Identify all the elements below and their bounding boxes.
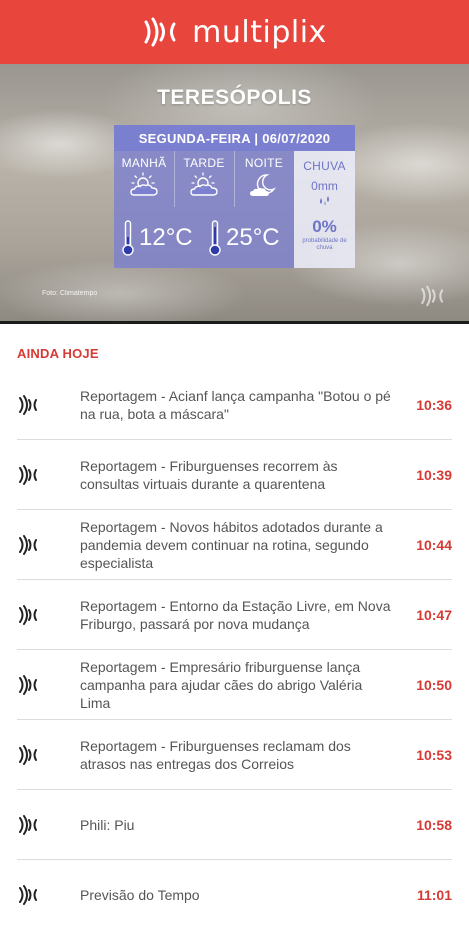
raindrops-icon [319, 196, 329, 206]
rain-label: CHUVA [303, 159, 346, 173]
item-time: 10:36 [416, 397, 452, 413]
item-title: Reportagem - Empresário friburguense lan… [80, 659, 363, 711]
logo-text: multiplix [192, 14, 327, 50]
list-item[interactable]: Reportagem - Friburguenses reclamam dos … [0, 720, 469, 790]
sound-waves-icon [421, 285, 444, 307]
rain-probability: 0% [312, 217, 337, 236]
city-name: TERESÓPOLIS [157, 86, 312, 109]
item-time: 10:39 [416, 467, 452, 483]
max-temp-value: 25°C [226, 224, 280, 251]
item-title: Reportagem - Friburguenses recorrem às c… [80, 458, 338, 492]
weather-card: SEGUNDA-FEIRA | 06/07/2020 MANHÃ TARDE N… [114, 125, 355, 268]
section-title: AINDA HOJE [17, 346, 99, 361]
sound-waves-icon [19, 675, 37, 695]
list-item[interactable]: Reportagem - Entorno da Estação Livre, e… [0, 580, 469, 650]
item-title: Reportagem - Novos hábitos adotados dura… [80, 519, 383, 571]
moon-cloud-icon [250, 174, 277, 196]
item-title: Phili: Piu [80, 817, 135, 833]
list-item[interactable]: Reportagem - Friburguenses recorrem às c… [0, 440, 469, 510]
rain-probability-caption: probabilidade de chuva [302, 238, 347, 251]
item-title: Previsão do Tempo [80, 887, 200, 903]
item-time: 10:47 [416, 607, 452, 623]
list-item[interactable]: Reportagem - Empresário friburguense lan… [0, 650, 469, 720]
schedule-list: Reportagem - Acianf lança campanha "Boto… [0, 370, 469, 930]
list-item[interactable]: Previsão do Tempo 11:01 [0, 860, 469, 930]
item-title: Reportagem - Acianf lança campanha "Boto… [80, 388, 391, 422]
list-item[interactable]: Reportagem - Acianf lança campanha "Boto… [0, 370, 469, 440]
item-title: Reportagem - Friburguenses reclamam dos … [80, 738, 351, 772]
item-time: 10:53 [416, 747, 452, 763]
period-label: NOITE [244, 156, 284, 170]
period-label: MANHÃ [121, 156, 167, 170]
period-manha: MANHÃ [114, 151, 174, 211]
list-item[interactable]: Phili: Piu 10:58 [0, 790, 469, 860]
weather-date: SEGUNDA-FEIRA | 06/07/2020 [114, 125, 355, 151]
sound-waves-icon [19, 465, 37, 485]
partly-cloudy-sun-icon [130, 172, 158, 196]
thermometer-high-icon [209, 220, 221, 256]
item-time: 10:50 [416, 677, 452, 693]
min-temp: 12°C [120, 213, 193, 263]
photo-credit: Foto: Climatempo [42, 290, 98, 297]
sound-waves-icon [19, 815, 37, 835]
period-label: TARDE [183, 156, 225, 170]
sound-waves-icon [19, 535, 37, 555]
min-temp-value: 12°C [139, 224, 193, 251]
rain-panel: CHUVA 0mm 0% probabilidade de chuva [294, 151, 355, 268]
partly-cloudy-sun-icon [190, 172, 218, 196]
item-title: Reportagem - Entorno da Estação Livre, e… [80, 598, 391, 632]
sound-waves-icon [144, 17, 176, 47]
item-time: 10:58 [416, 817, 452, 833]
weather-periods: MANHÃ TARDE NOITE 12°C 25°C [114, 151, 294, 268]
rain-amount: 0mm [311, 179, 338, 193]
weather-banner: TERESÓPOLIS SEGUNDA-FEIRA | 06/07/2020 M… [0, 64, 469, 324]
max-temp: 25°C [207, 213, 280, 263]
period-noite: NOITE [234, 151, 294, 211]
period-tarde: TARDE [174, 151, 234, 211]
sound-waves-icon [19, 885, 37, 905]
multiplix-logo[interactable]: multiplix [142, 15, 327, 50]
banner-bottom-border [0, 321, 469, 324]
item-time: 10:44 [416, 537, 452, 553]
list-item[interactable]: Reportagem - Novos hábitos adotados dura… [0, 510, 469, 580]
sound-waves-icon [19, 395, 37, 415]
sound-waves-icon [19, 745, 37, 765]
sound-waves-icon [19, 605, 37, 625]
thermometer-low-icon [122, 220, 134, 256]
item-time: 11:01 [416, 887, 452, 903]
app-header: multiplix [0, 0, 469, 64]
